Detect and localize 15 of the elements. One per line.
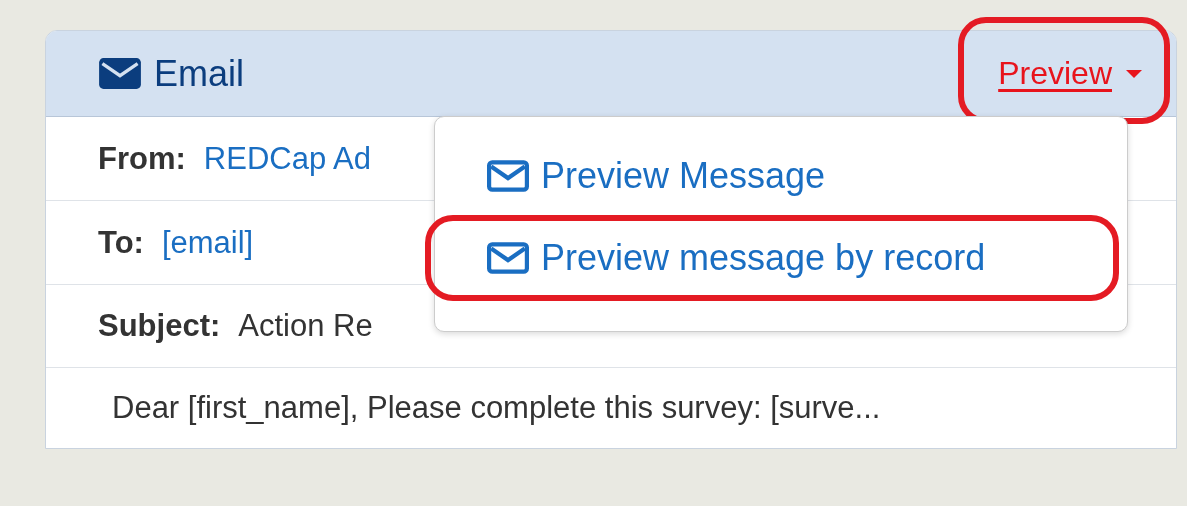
field-value: Action Re <box>238 308 373 344</box>
menu-item[interactable]: Preview Message <box>487 155 1127 197</box>
message-body: Dear [first_name], Please complete this survey: [surve... <box>112 390 881 426</box>
field-link[interactable]: REDCap Ad <box>203 140 371 177</box>
envelope-icon <box>487 242 529 274</box>
field-link[interactable]: [email] <box>161 224 254 261</box>
field-label: Subject: <box>98 308 221 344</box>
envelope-icon <box>487 160 529 192</box>
menu-item[interactable]: Preview message by record <box>487 237 1127 279</box>
preview-dropdown-button[interactable]: Preview <box>994 49 1146 98</box>
caret-icon <box>1126 69 1142 78</box>
envelope-icon <box>98 57 142 90</box>
field-label: From: <box>98 140 186 177</box>
field-label: To: <box>98 224 144 261</box>
panel-title: Email <box>154 52 245 95</box>
